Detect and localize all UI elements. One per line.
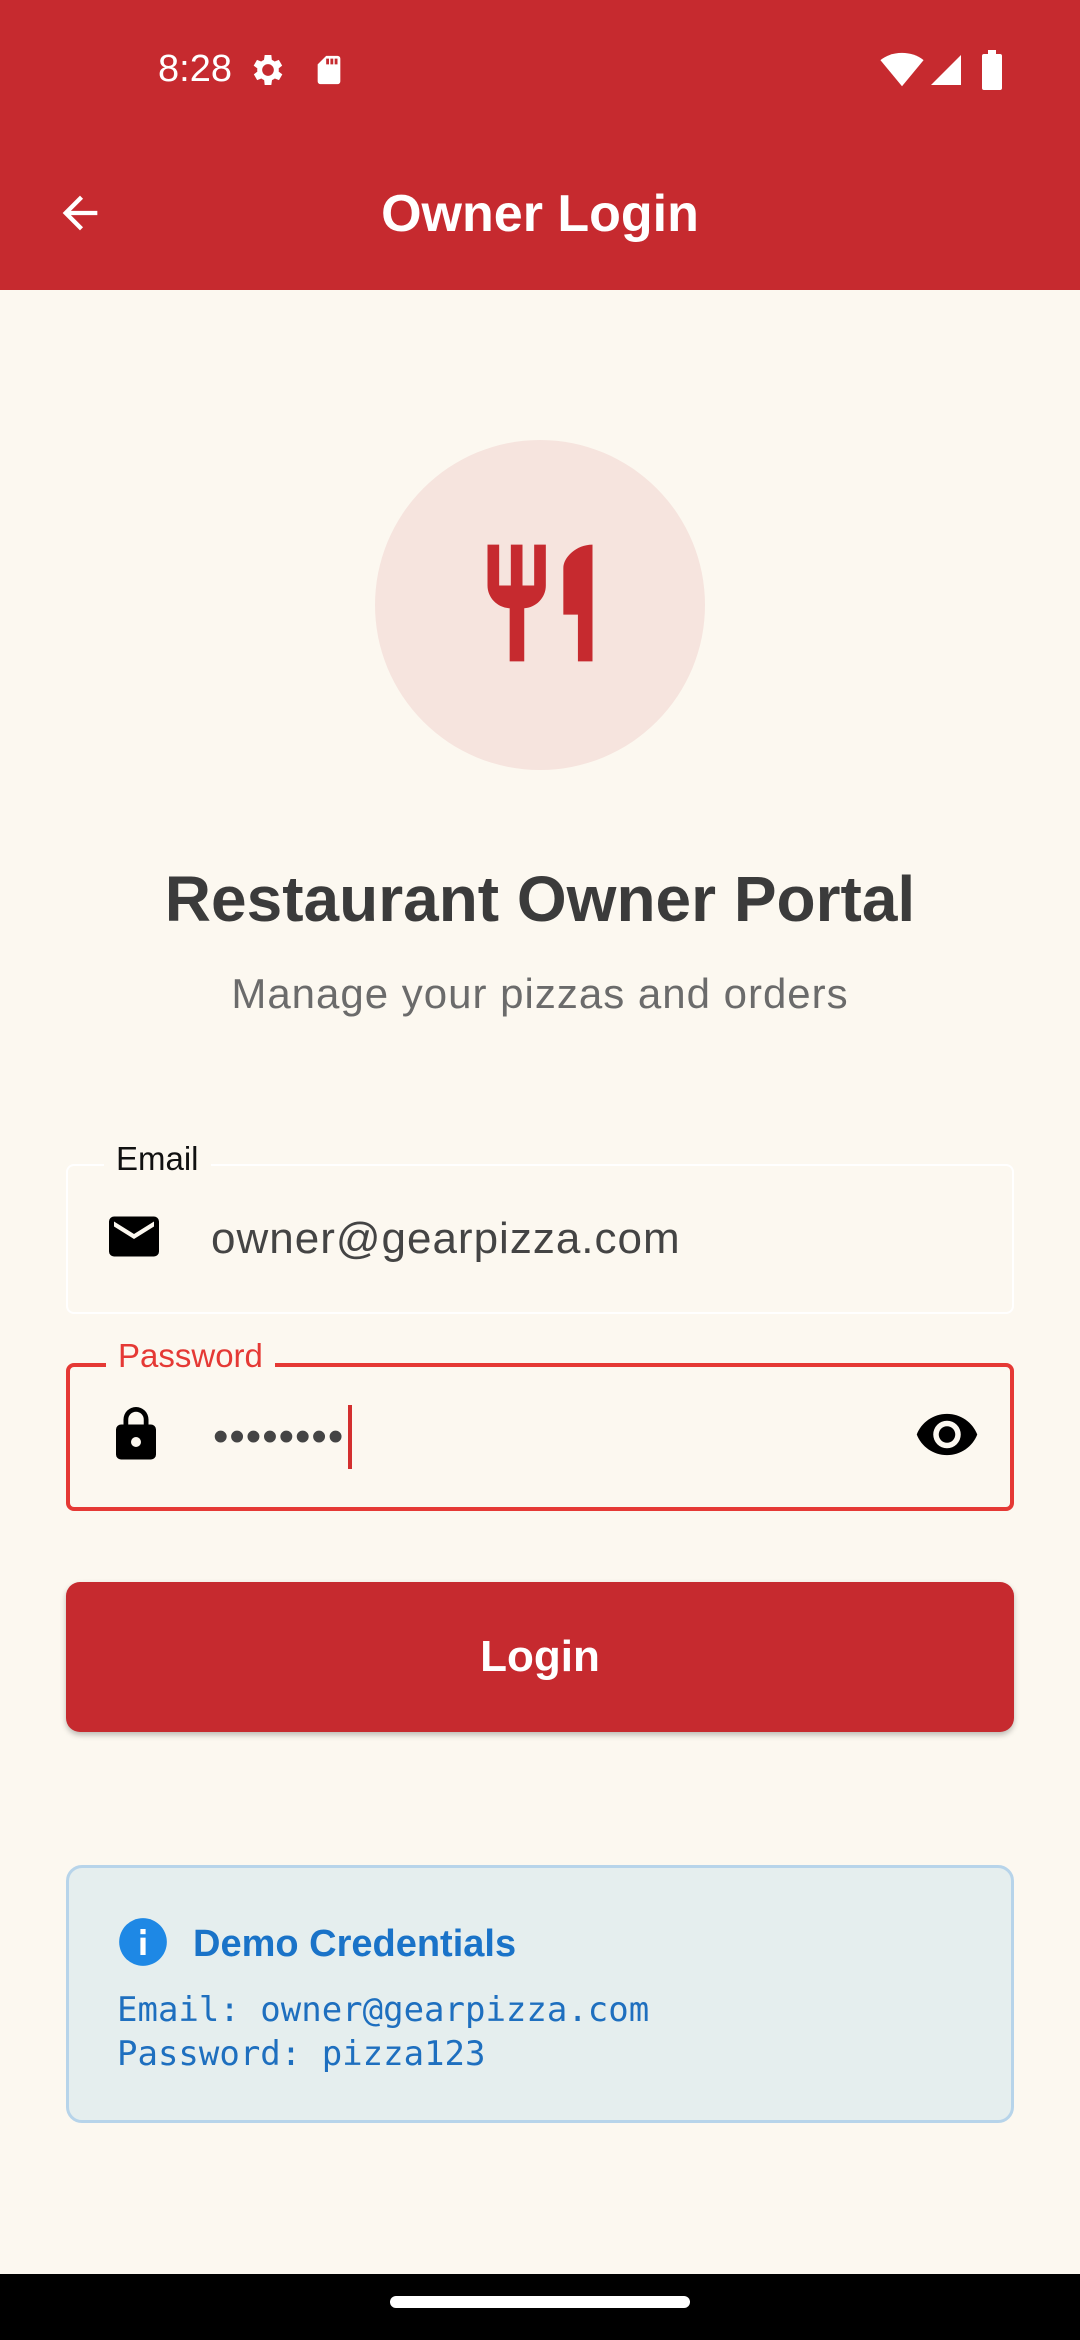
password-masked-value: ••••••••: [213, 1412, 345, 1461]
email-field[interactable]: Email owner@gearpizza.com: [66, 1140, 1014, 1314]
login-button-label: Login: [480, 1632, 600, 1681]
lock-icon: [106, 1405, 166, 1470]
portal-title: Restaurant Owner Portal: [164, 863, 916, 935]
wifi-icon: [880, 52, 924, 93]
text-caret: [348, 1405, 353, 1469]
app-bar: Owner Login: [0, 140, 1080, 290]
restaurant-logo: [375, 440, 705, 770]
signal-icon: [928, 52, 964, 93]
status-time: 8:28: [158, 48, 232, 90]
home-handle[interactable]: [390, 2296, 690, 2308]
email-input[interactable]: owner@gearpizza.com: [211, 1214, 681, 1264]
demo-header: Demo Credentials: [117, 1916, 516, 1973]
info-icon: [117, 1916, 169, 1973]
email-label: Email: [104, 1140, 211, 1178]
sd-card-icon: [312, 52, 346, 93]
demo-password-line: Password: pizza123: [117, 2034, 486, 2074]
settings-icon: [248, 50, 288, 95]
portal-subtitle: Manage your pizzas and orders: [231, 970, 849, 1017]
visibility-icon[interactable]: [914, 1402, 980, 1473]
password-field[interactable]: Password ••••••••: [66, 1337, 1014, 1511]
navigation-bar: [0, 2274, 1080, 2340]
demo-title: Demo Credentials: [193, 1923, 517, 1965]
password-label: Password: [106, 1337, 275, 1375]
demo-email-line: Email: owner@gearpizza.com: [117, 1990, 650, 2030]
mail-icon: [104, 1207, 164, 1272]
status-bar: 8:28: [0, 0, 1080, 140]
login-button[interactable]: Login: [66, 1582, 1014, 1732]
page-title: Owner Login: [381, 185, 699, 243]
battery-icon: [980, 50, 1004, 95]
restaurant-icon: [470, 533, 610, 678]
password-input[interactable]: ••••••••: [213, 1405, 353, 1469]
demo-credentials-card: Demo Credentials Email: owner@gearpizza.…: [66, 1865, 1014, 2123]
